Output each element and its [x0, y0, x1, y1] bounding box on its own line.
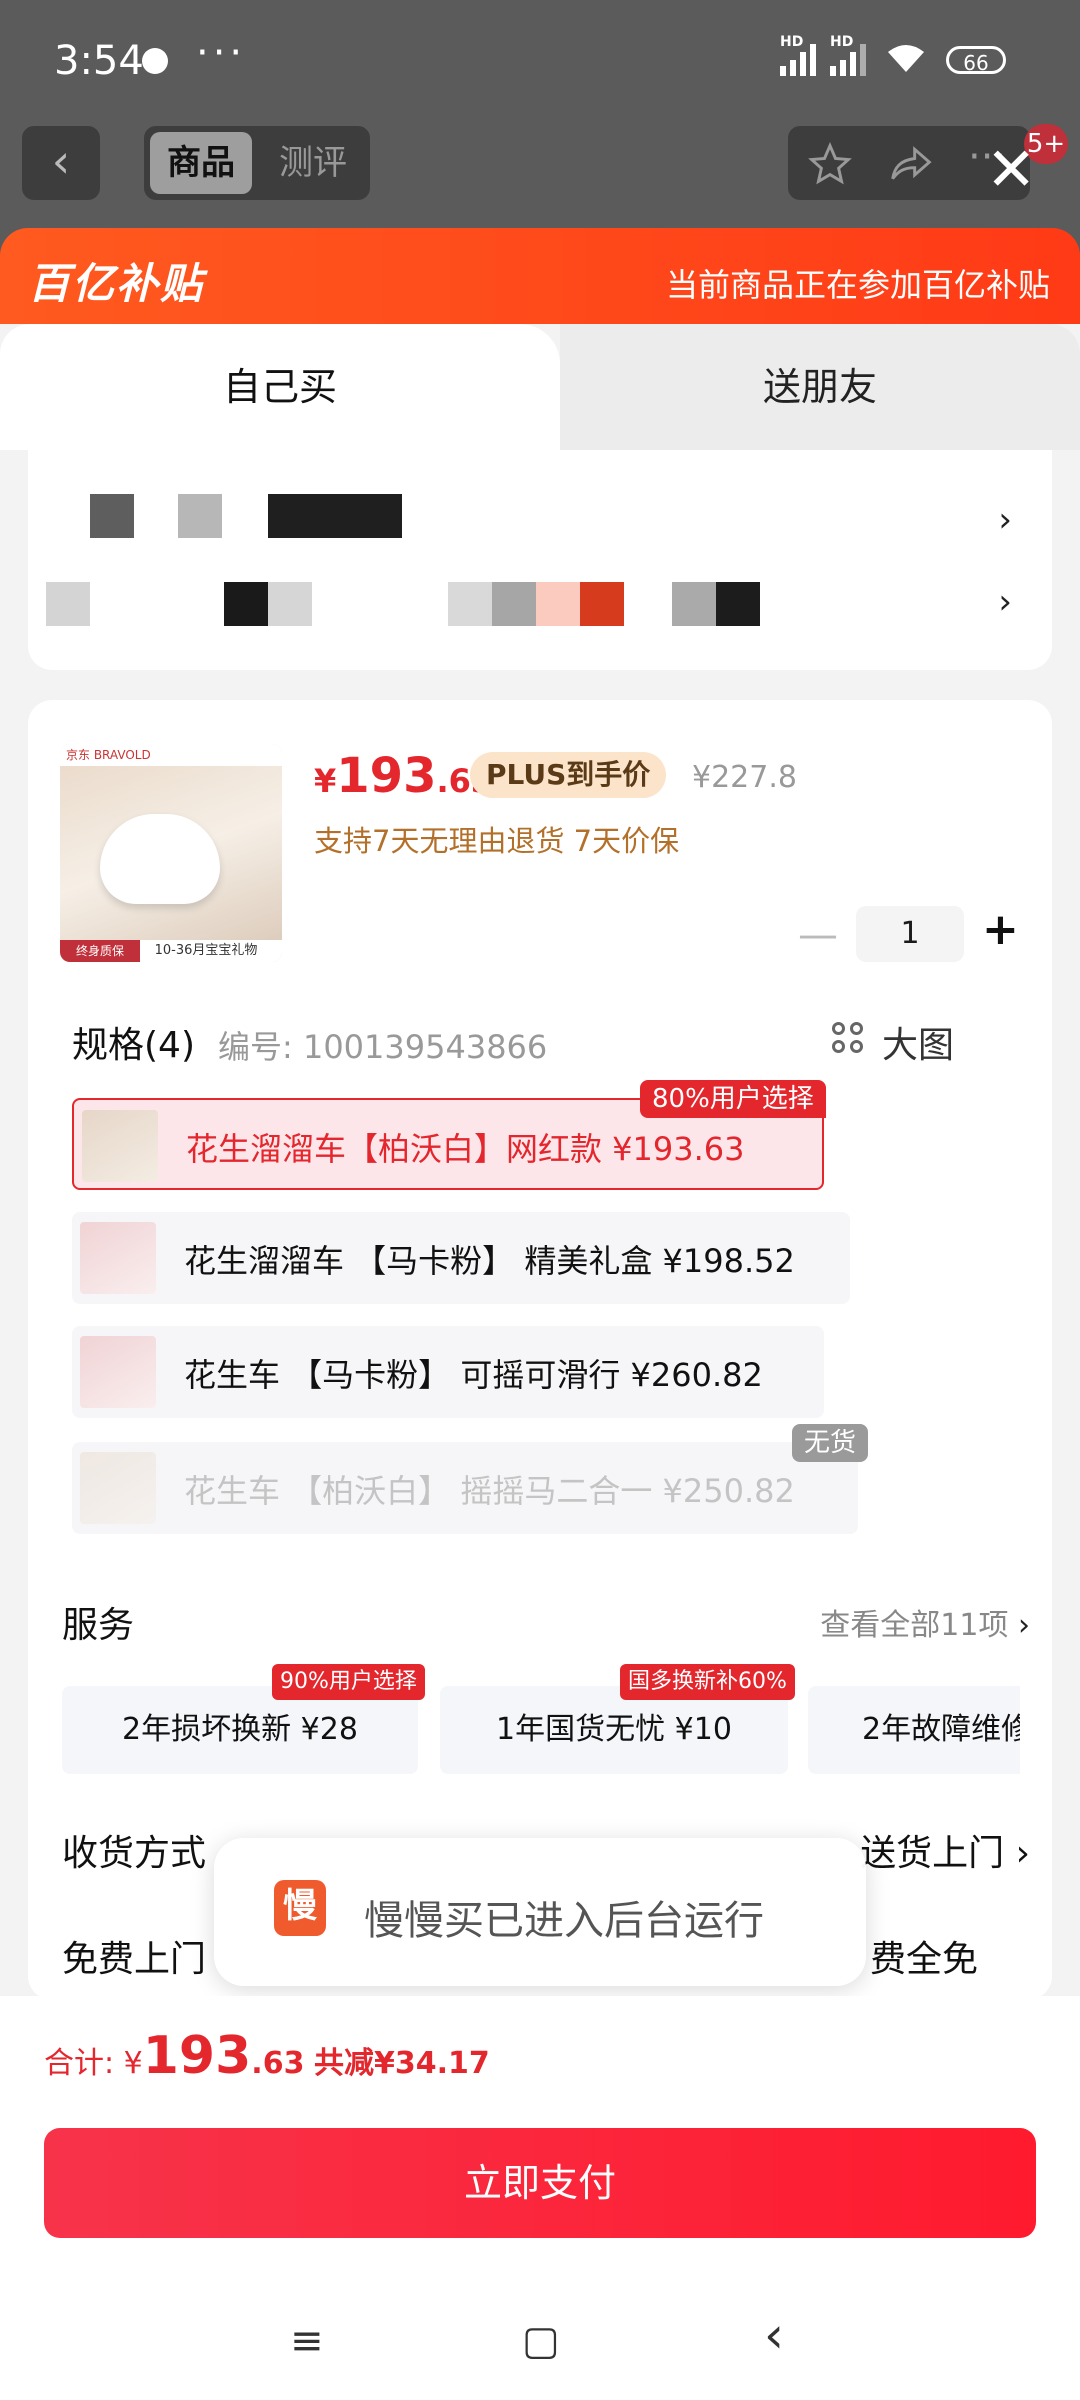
spec-option-2[interactable]: 花生溜溜车 【马卡粉】 精美礼盒 ¥198.52 [72, 1212, 850, 1304]
wifi-icon [888, 45, 924, 72]
product-illustration [100, 814, 220, 904]
original-price: ¥227.8 [692, 760, 797, 795]
signal-icon-2: HD [830, 34, 870, 76]
redacted-block [580, 582, 624, 626]
status-dots: ··· [196, 30, 247, 76]
redacted-block [672, 582, 716, 626]
subsidy-note: 当前商品正在参加百亿补贴 [665, 266, 1050, 304]
product-image[interactable]: 京东 BRAVOLD 10-36月宝宝礼物 终身质保 [60, 744, 282, 962]
spec-number: 编号: 100139543866 [218, 1028, 548, 1066]
redacted-block [46, 582, 90, 626]
image-brand: 京东 BRAVOLD [60, 744, 282, 766]
option-label: 花生车 【柏沃白】 摇摇马二合一 ¥250.82 [184, 1472, 795, 1510]
redacted-block [178, 494, 222, 538]
back-button[interactable]: ‹ [22, 126, 100, 200]
redacted-block [224, 582, 268, 626]
spec-title: 规格(4) [72, 1025, 195, 1066]
redacted-block [492, 582, 536, 626]
qty-decrease-button[interactable]: — [798, 912, 838, 958]
image-warranty: 终身质保 [60, 940, 140, 962]
service-card-3[interactable]: 2年故障维修 [808, 1686, 1020, 1774]
app-logo-icon: 慢 [274, 1880, 326, 1936]
option-thumbnail [82, 1110, 158, 1182]
product-price: ¥193.63 [314, 748, 494, 804]
service-badge-2: 国多换新补60% [620, 1664, 795, 1700]
spec-option-3[interactable]: 花生车 【马卡粉】 可摇可滑行 ¥260.82 [72, 1326, 824, 1418]
redacted-block [716, 582, 760, 626]
option-thumbnail [80, 1336, 156, 1408]
tab-goods[interactable]: 商品 [150, 132, 252, 194]
quantity-field[interactable]: 1 [856, 906, 964, 962]
plus-price-tag: PLUS到手价 [470, 752, 667, 798]
redacted-block [90, 494, 134, 538]
delivery-label: 收货方式 [62, 1833, 207, 1874]
address-card[interactable]: › › [28, 450, 1052, 670]
install-value: 费全免 [869, 1939, 978, 1980]
signal-icon: HD [780, 34, 820, 76]
close-icon[interactable]: ✕ [986, 140, 1036, 200]
status-bar: 3:54 ··· HD HD 66 [0, 0, 1080, 120]
qty-increase-button[interactable]: + [982, 904, 1019, 955]
service-badge-1: 90%用户选择 [272, 1664, 425, 1700]
pay-now-button[interactable]: 立即支付 [44, 2128, 1036, 2238]
option-badge: 80%用户选择 [640, 1080, 826, 1118]
notification-icon [142, 48, 168, 74]
tab-review[interactable]: 测评 [262, 132, 364, 194]
redacted-block [268, 494, 402, 538]
nav-home-button[interactable]: ▢ [522, 2318, 560, 2364]
hd-label-2: HD [830, 34, 854, 50]
tab-gift[interactable]: 送朋友 [560, 324, 1080, 450]
service-title: 服务 [62, 1605, 135, 1646]
option-thumbnail [80, 1222, 156, 1294]
redacted-block [448, 582, 492, 626]
redacted-block [268, 582, 312, 626]
big-picture-button[interactable]: 大图 [832, 1016, 955, 1068]
install-label: 免费上门 [62, 1939, 207, 1980]
spec-option-4[interactable]: 花生车 【柏沃白】 摇摇马二合一 ¥250.82 [72, 1442, 858, 1534]
option-label: 花生溜溜车【柏沃白】网红款 ¥193.63 [186, 1130, 745, 1168]
option-thumbnail [80, 1452, 156, 1524]
redacted-block [536, 582, 580, 626]
tab-self[interactable]: 自己买 [0, 324, 560, 450]
big-picture-label: 大图 [882, 1025, 955, 1066]
out-of-stock-badge: 无货 [792, 1424, 869, 1462]
toast-message: 慢慢买已进入后台运行 [364, 1898, 764, 1944]
subsidy-logo: 百亿补贴 [28, 259, 205, 308]
chevron-right-icon: › [998, 582, 1012, 622]
chevron-right-icon: › [998, 500, 1012, 540]
nav-menu-button[interactable]: ≡ [290, 2318, 324, 2364]
page-tabs: 商品 测评 [144, 126, 370, 200]
status-time: 3:54 [54, 38, 144, 84]
star-icon[interactable] [808, 142, 852, 186]
option-label: 花生溜溜车 【马卡粉】 精美礼盒 ¥198.52 [184, 1242, 795, 1280]
battery-icon: 66 [946, 46, 1006, 75]
hd-label: HD [780, 34, 804, 50]
order-total: 合计: ¥193.63 共减¥34.17 [44, 2026, 490, 2086]
toast: 慢 慢慢买已进入后台运行 [214, 1838, 866, 1986]
nav-back-button[interactable]: ‹ [764, 2306, 784, 2364]
share-icon[interactable] [888, 142, 934, 186]
return-policy: 支持7天无理由退货 7天价保 [314, 824, 680, 858]
option-label: 花生车 【马卡粉】 可摇可滑行 ¥260.82 [184, 1356, 763, 1394]
view-all-services[interactable]: 查看全部11项 › [820, 1600, 1030, 1644]
delivery-method[interactable]: 送货上门 › [860, 1824, 1030, 1876]
grid-icon [832, 1022, 866, 1056]
